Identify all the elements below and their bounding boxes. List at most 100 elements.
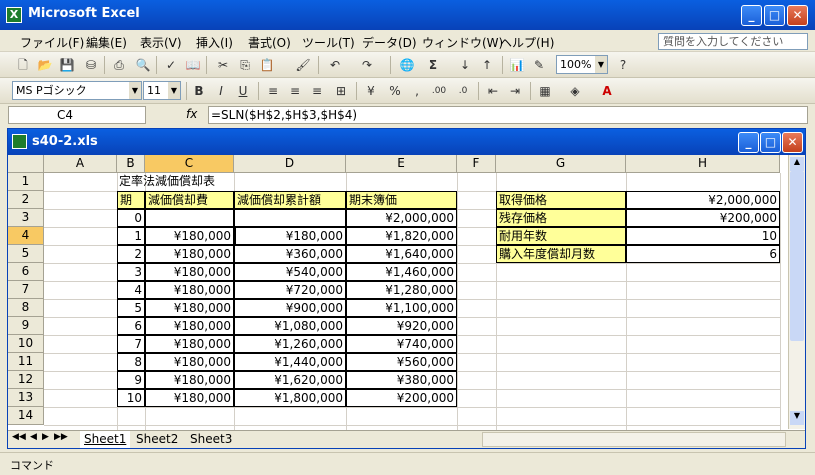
table-cell[interactable]: 5 <box>117 299 145 317</box>
param-label-cost[interactable]: 取得価格 <box>496 191 626 209</box>
table-cell[interactable]: ¥1,080,000 <box>234 317 346 335</box>
redo-icon[interactable]: ↷ <box>358 56 376 74</box>
print-icon[interactable]: ⎙ <box>110 56 128 74</box>
row-header-7[interactable]: 7 <box>8 281 44 299</box>
table-cell[interactable]: ¥2,000,000 <box>346 209 457 227</box>
currency-icon[interactable]: ¥ <box>362 82 380 100</box>
column-header-a[interactable]: A <box>44 155 117 173</box>
help-icon[interactable]: ? <box>614 56 632 74</box>
column-header-f[interactable]: F <box>457 155 496 173</box>
table-cell[interactable]: ¥920,000 <box>346 317 457 335</box>
cut-icon[interactable]: ✂ <box>214 56 232 74</box>
font-color-icon[interactable]: A <box>598 82 616 100</box>
menu-edit[interactable]: 編集(E) <box>86 34 127 51</box>
table-cell[interactable]: ¥540,000 <box>234 263 346 281</box>
row-header-6[interactable]: 6 <box>8 263 44 281</box>
copy-icon[interactable]: ⎘ <box>236 56 254 74</box>
param-value-salvage[interactable]: ¥200,000 <box>626 209 780 227</box>
preview-icon[interactable]: 🔍 <box>134 56 152 74</box>
column-header-c[interactable]: C <box>145 155 234 173</box>
menu-format[interactable]: 書式(O) <box>248 34 291 51</box>
tab-sheet3[interactable]: Sheet3 <box>186 431 236 448</box>
autosum-icon[interactable]: Σ <box>424 56 442 74</box>
header-accumulated[interactable]: 減価償却累計額 <box>234 191 346 209</box>
table-cell[interactable]: ¥200,000 <box>346 389 457 407</box>
table-cell[interactable]: ¥1,620,000 <box>234 371 346 389</box>
decrease-decimal-icon[interactable]: .0 <box>454 82 472 100</box>
comma-icon[interactable]: , <box>408 82 426 100</box>
sheet-title[interactable]: 定率法減価償却表 <box>117 173 317 191</box>
menu-tools[interactable]: ツール(T) <box>302 34 355 51</box>
drawing-icon[interactable]: ✎ <box>530 56 548 74</box>
table-cell[interactable]: ¥180,000 <box>145 299 234 317</box>
table-cell[interactable]: ¥180,000 <box>145 317 234 335</box>
save-icon[interactable]: 💾 <box>58 56 76 74</box>
table-cell[interactable]: ¥380,000 <box>346 371 457 389</box>
table-cell[interactable]: ¥1,640,000 <box>346 245 457 263</box>
borders-icon[interactable]: ▦ <box>536 82 554 100</box>
sort-asc-icon[interactable]: ↓ <box>456 56 474 74</box>
table-cell[interactable]: ¥1,820,000 <box>346 227 457 245</box>
formula-input[interactable]: =SLN($H$2,$H$3,$H$4) <box>208 106 808 124</box>
format-painter-icon[interactable]: 🖌 <box>294 56 312 74</box>
table-cell[interactable]: ¥360,000 <box>234 245 346 263</box>
font-name-select[interactable]: MS Pゴシック ▼ <box>12 81 142 100</box>
wb-close-button[interactable]: ✕ <box>782 132 803 153</box>
close-button[interactable]: ✕ <box>787 5 808 26</box>
name-box[interactable]: C4 <box>8 106 146 124</box>
table-cell[interactable]: ¥180,000 <box>145 245 234 263</box>
align-left-icon[interactable]: ≡ <box>264 82 282 100</box>
column-header-e[interactable]: E <box>346 155 457 173</box>
table-cell[interactable]: 7 <box>117 335 145 353</box>
menu-insert[interactable]: 挿入(I) <box>196 34 233 51</box>
bold-icon[interactable]: B <box>190 82 208 100</box>
row-header-14[interactable]: 14 <box>8 407 44 425</box>
align-center-icon[interactable]: ≡ <box>286 82 304 100</box>
scroll-thumb[interactable] <box>790 171 804 341</box>
header-depreciation[interactable]: 減価償却費 <box>145 191 234 209</box>
table-cell[interactable]: 1 <box>117 227 145 245</box>
tab-sheet1[interactable]: Sheet1 <box>80 431 131 448</box>
table-cell[interactable]: 9 <box>117 371 145 389</box>
column-header-b[interactable]: B <box>117 155 145 173</box>
fill-color-icon[interactable]: ◈ <box>566 82 584 100</box>
param-value-life[interactable]: 10 <box>626 227 780 245</box>
insert-function-icon[interactable]: fx <box>186 107 197 121</box>
research-icon[interactable]: 📖 <box>184 56 202 74</box>
table-cell[interactable]: ¥180,000 <box>234 227 346 245</box>
header-period[interactable]: 期 <box>117 191 145 209</box>
table-cell[interactable]: ¥1,440,000 <box>234 353 346 371</box>
menu-file[interactable]: ファイル(F) <box>20 34 84 51</box>
row-header-8[interactable]: 8 <box>8 299 44 317</box>
scroll-down-icon[interactable]: ▼ <box>790 411 804 425</box>
table-cell[interactable]: ¥1,800,000 <box>234 389 346 407</box>
table-cell[interactable] <box>234 209 346 227</box>
table-cell[interactable]: ¥1,460,000 <box>346 263 457 281</box>
zoom-select[interactable]: 100% ▼ <box>556 55 608 74</box>
minimize-button[interactable]: _ <box>741 5 762 26</box>
header-book-value[interactable]: 期末簿価 <box>346 191 457 209</box>
row-header-10[interactable]: 10 <box>8 335 44 353</box>
table-cell[interactable]: 2 <box>117 245 145 263</box>
table-cell[interactable]: 8 <box>117 353 145 371</box>
vertical-scrollbar[interactable]: ▲ ▼ <box>788 155 805 429</box>
wb-maximize-button[interactable]: □ <box>760 132 781 153</box>
sort-desc-icon[interactable]: ↑ <box>478 56 496 74</box>
align-right-icon[interactable]: ≡ <box>308 82 326 100</box>
row-header-1[interactable]: 1 <box>8 173 44 191</box>
undo-icon[interactable]: ↶ <box>326 56 344 74</box>
param-value-cost[interactable]: ¥2,000,000 <box>626 191 780 209</box>
column-header-h[interactable]: H <box>626 155 780 173</box>
help-search-input[interactable]: 質問を入力してください <box>658 33 808 50</box>
wb-minimize-button[interactable]: _ <box>738 132 759 153</box>
param-label-life[interactable]: 耐用年数 <box>496 227 626 245</box>
select-all-corner[interactable] <box>8 155 44 173</box>
tab-nav-next-icon[interactable]: ▶ <box>42 432 49 442</box>
table-cell[interactable]: ¥180,000 <box>145 389 234 407</box>
underline-icon[interactable]: U <box>234 82 252 100</box>
table-cell[interactable]: ¥1,100,000 <box>346 299 457 317</box>
table-cell[interactable]: 10 <box>117 389 145 407</box>
tab-nav-last-icon[interactable]: ▶▶ <box>54 432 68 442</box>
table-cell[interactable]: 0 <box>117 209 145 227</box>
permission-icon[interactable]: ⛁ <box>82 56 100 74</box>
